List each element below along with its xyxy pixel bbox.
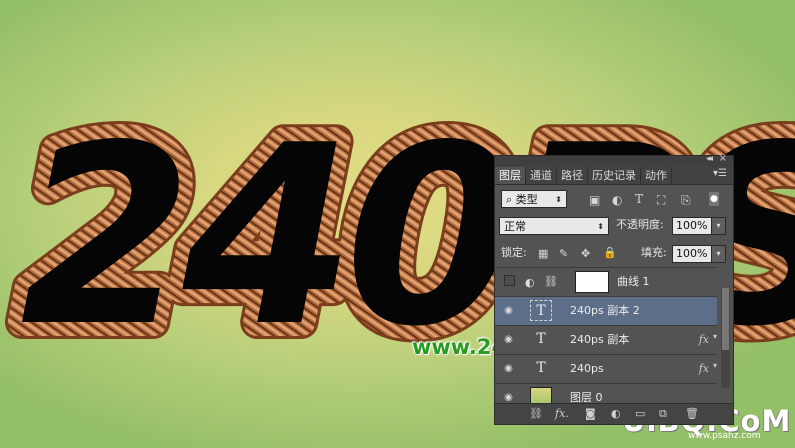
opacity-input[interactable]: 100% [672, 217, 712, 235]
tab-actions[interactable]: 动作 [641, 167, 672, 184]
fill-dropdown-icon[interactable]: ▾ [711, 245, 726, 263]
lock-position-icon[interactable]: ✥ [581, 247, 590, 261]
layer-effects-icon[interactable]: fx [699, 362, 709, 375]
visibility-toggle-off[interactable] [504, 275, 515, 286]
layer-name: 240ps 副本 2 [570, 304, 640, 317]
lock-label: 锁定: [501, 246, 527, 259]
filter-toggle-icon[interactable]: ● [709, 192, 719, 206]
fill-input[interactable]: 100% [672, 245, 712, 263]
panel-menu-icon[interactable]: ▾☰ [713, 168, 727, 179]
fill-label: 填充: [641, 246, 667, 259]
adjustment-layer-icon: ◐ [525, 276, 535, 289]
text-filter-icon[interactable]: T [635, 192, 643, 206]
layer-mask-thumbnail[interactable] [575, 271, 609, 293]
tab-layers[interactable]: 图层 [495, 167, 526, 184]
eye-icon[interactable]: ◉ [502, 305, 515, 316]
adjustment-filter-icon[interactable]: ◐ [612, 193, 622, 207]
panel-tabs: 图层 通道 路径 历史记录 动作 ▾☰ [495, 166, 733, 185]
layer-row-240ps-copy[interactable]: ◉ T 240ps 副本 fx ▾ [495, 325, 717, 354]
opacity-label: 不透明度: [616, 218, 664, 231]
layer-name: 曲线 1 [617, 275, 650, 288]
new-adjustment-icon[interactable]: ◐ [611, 407, 621, 420]
tab-paths[interactable]: 路径 [557, 167, 588, 184]
blend-mode-value: 正常 [504, 220, 526, 233]
layer-effects-icon[interactable]: fx [699, 333, 709, 346]
lock-all-icon[interactable]: 🔒 [603, 246, 617, 260]
delete-layer-icon[interactable]: 🗑 [685, 407, 699, 420]
image-filter-icon[interactable]: ▣ [589, 193, 600, 207]
eye-icon[interactable]: ◉ [502, 363, 515, 374]
panel-bottom-bar: ⛓ fx. ◙ ◐ ▭ ⧉ 🗑 [495, 403, 733, 424]
link-icon[interactable]: ⛓ [544, 275, 558, 288]
layer-name: 240ps 副本 [570, 333, 630, 346]
opacity-dropdown-icon[interactable]: ▾ [711, 217, 726, 235]
layer-row-240ps-copy-2[interactable]: ◉ T 240ps 副本 2 [495, 296, 717, 325]
layer-row-layer-0[interactable]: ◉ 图层 0 [495, 383, 717, 405]
layer-filter-select[interactable]: ⌕ 类型 ⬍ [501, 190, 567, 208]
new-layer-icon[interactable]: ⧉ [659, 407, 667, 421]
blend-mode-select[interactable]: 正常 ⬍ [499, 217, 609, 235]
expand-effects-icon[interactable]: ▾ [713, 361, 717, 370]
scrollbar-thumb[interactable] [722, 288, 729, 350]
layers-list: ◐ ⛓ 曲线 1 ◉ T 240ps 副本 2 ◉ T 240ps 副本 fx … [495, 267, 717, 405]
layers-panel: ◂◂ × 图层 通道 路径 历史记录 动作 ▾☰ ⌕ 类型 ⬍ ▣ ◐ T ⛶ … [494, 153, 734, 425]
tab-channels[interactable]: 通道 [526, 167, 557, 184]
shape-filter-icon[interactable]: ⛶ [657, 193, 665, 207]
search-icon: ⌕ [506, 193, 516, 206]
filter-label: 类型 [515, 193, 538, 206]
eye-icon[interactable]: ◉ [502, 392, 515, 403]
eye-icon[interactable]: ◉ [502, 334, 515, 345]
text-layer-icon: T [530, 300, 552, 321]
add-style-icon[interactable]: fx. [555, 407, 569, 420]
layer-row-curves[interactable]: ◐ ⛓ 曲线 1 [495, 267, 717, 296]
panel-titlebar: ◂◂ × [495, 153, 733, 166]
expand-effects-icon[interactable]: ▾ [713, 332, 717, 341]
text-layer-icon: T [536, 360, 546, 376]
collapse-icon[interactable]: ◂◂ [706, 154, 713, 164]
add-mask-icon[interactable]: ◙ [585, 407, 596, 420]
close-icon[interactable]: × [719, 153, 727, 164]
layer-row-240ps[interactable]: ◉ T 240ps fx ▾ [495, 354, 717, 383]
link-layers-icon[interactable]: ⛓ [529, 407, 543, 420]
layer-name: 240ps [570, 362, 604, 375]
new-group-icon[interactable]: ▭ [635, 407, 645, 420]
lock-pixels-icon[interactable]: ✎ [559, 247, 568, 261]
text-layer-icon: T [536, 331, 546, 347]
chevron-down-icon: ⬍ [597, 222, 604, 231]
layer-name: 图层 0 [570, 391, 603, 404]
layers-scrollbar[interactable] [721, 288, 730, 388]
lock-transparent-icon[interactable]: ▦ [538, 247, 548, 261]
tab-history[interactable]: 历史记录 [588, 167, 641, 184]
chevron-down-icon: ⬍ [555, 195, 562, 204]
watermark-site: www.psahz.com [688, 431, 761, 441]
smart-object-filter-icon[interactable]: ⎘ [681, 193, 691, 207]
